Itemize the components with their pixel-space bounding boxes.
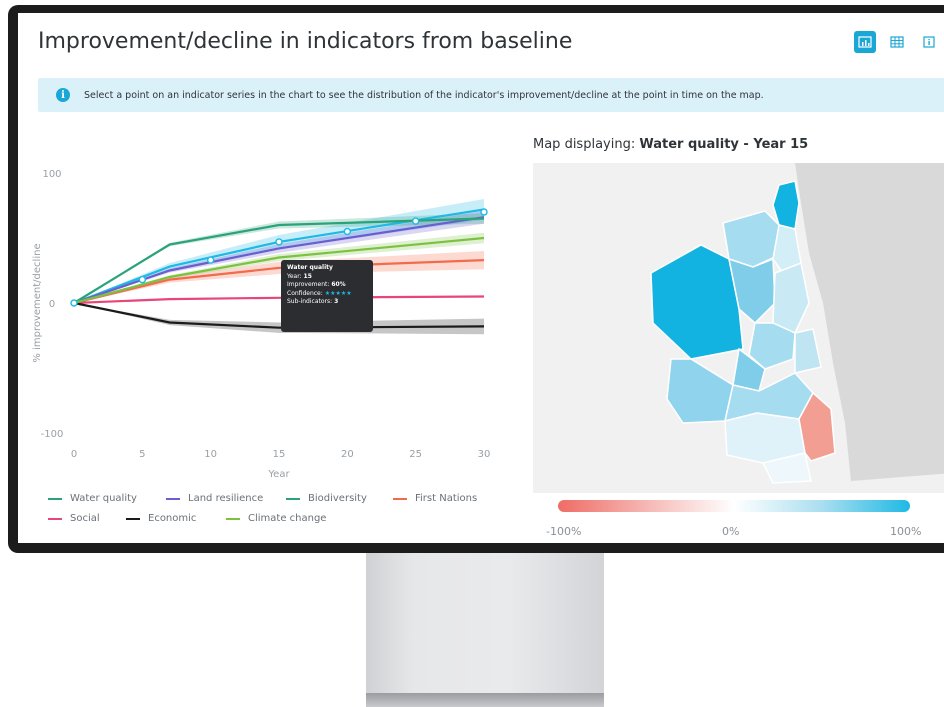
tooltip-year: 15 (303, 272, 312, 280)
x-tick-label: 30 (478, 449, 491, 460)
y-tick-label: -100 (41, 429, 64, 440)
legend-swatch (393, 497, 407, 500)
bar-chart-icon[interactable] (854, 31, 876, 53)
info-box-icon[interactable] (918, 31, 940, 53)
map-title: Map displaying: Water quality - Year 15 (533, 137, 808, 152)
legend-swatch (166, 497, 180, 500)
legend-label: Water quality (70, 493, 137, 504)
series-point-water-quality[interactable] (70, 299, 78, 307)
legend-swatch (226, 517, 240, 520)
color-scale-bar (558, 500, 910, 512)
scale-label-max: 100% (890, 525, 922, 538)
monitor-stand (366, 553, 604, 693)
tooltip-subindicators-label: Sub-indicators: (287, 298, 333, 306)
legend-label: First Nations (415, 493, 478, 504)
choropleth-map[interactable] (533, 163, 944, 493)
x-tick-label: 15 (273, 449, 286, 460)
series-point-water-quality[interactable] (206, 256, 215, 264)
legend-item-first-nations[interactable]: First Nations (393, 493, 477, 504)
tooltip-improvement: 60% (331, 281, 346, 289)
legend-item-land-resilience[interactable]: Land resilience (166, 493, 263, 504)
legend-item-climate-change[interactable]: Climate change (226, 513, 326, 524)
series-point-water-quality[interactable] (480, 208, 488, 216)
legend-swatch (48, 497, 62, 500)
dashboard-screen: Improvement/decline in indicators from b… (18, 13, 944, 543)
legend-label: Economic (148, 513, 197, 524)
y-tick-label: 0 (49, 299, 55, 310)
confidence-stars: ★★★★★ (324, 289, 352, 297)
info-banner: i Select a point on an indicator series … (38, 78, 944, 112)
monitor-stand-base (366, 693, 604, 707)
map-title-prefix: Map displaying: (533, 137, 636, 152)
info-circle-icon: i (56, 88, 70, 102)
series-point-water-quality[interactable] (343, 227, 352, 236)
series-line-social[interactable] (73, 295, 485, 305)
tooltip-confidence-label: Confidence: (287, 289, 323, 297)
y-tick-label: 100 (42, 169, 61, 180)
legend-label: Land resilience (188, 493, 264, 504)
tooltip-year-label: Year: (287, 272, 302, 280)
legend-item-water-quality[interactable]: Water quality (48, 493, 137, 504)
series-point-water-quality[interactable] (138, 275, 147, 284)
x-tick-label: 20 (341, 449, 354, 460)
legend-label: Biodiversity (308, 493, 367, 504)
confidence-band-economic (74, 303, 484, 335)
legend-label: Social (70, 513, 100, 524)
indicator-line-chart[interactable]: -100 0 100 0 5 10 15 20 25 30 Year % improvement/de… (18, 123, 518, 483)
map-title-value: Water quality - Year 15 (639, 137, 809, 152)
x-axis-label: Year (267, 469, 290, 480)
y-axis-label: % improvement/decline (32, 243, 43, 362)
table-grid-icon[interactable] (886, 31, 908, 53)
legend-swatch (286, 497, 300, 500)
series-point-water-quality[interactable] (411, 217, 420, 225)
legend-swatch (126, 517, 140, 520)
chart-tooltip: Water quality Year: 15 Improvement: 60% … (281, 260, 373, 332)
view-toolbar (854, 31, 940, 53)
monitor-bezel: Improvement/decline in indicators from b… (8, 5, 944, 553)
tooltip-improvement-label: Improvement: (287, 281, 330, 289)
page-title: Improvement/decline in indicators from b… (38, 29, 573, 54)
x-tick-label: 25 (409, 449, 422, 460)
legend-item-social[interactable]: Social (48, 513, 100, 524)
tooltip-subindicators: 3 (334, 298, 339, 306)
scale-label-min: -100% (546, 525, 582, 538)
x-tick-label: 5 (139, 449, 145, 460)
legend-item-biodiversity[interactable]: Biodiversity (286, 493, 367, 504)
legend-swatch (48, 517, 62, 520)
legend-item-economic[interactable]: Economic (126, 513, 196, 524)
legend-label: Climate change (248, 513, 327, 524)
x-tick-label: 0 (71, 449, 77, 460)
scale-label-mid: 0% (722, 525, 740, 538)
series-point-water-quality[interactable] (275, 238, 283, 246)
x-tick-label: 10 (204, 449, 217, 460)
info-text: Select a point on an indicator series in… (84, 89, 764, 101)
tooltip-title: Water quality (287, 264, 333, 271)
